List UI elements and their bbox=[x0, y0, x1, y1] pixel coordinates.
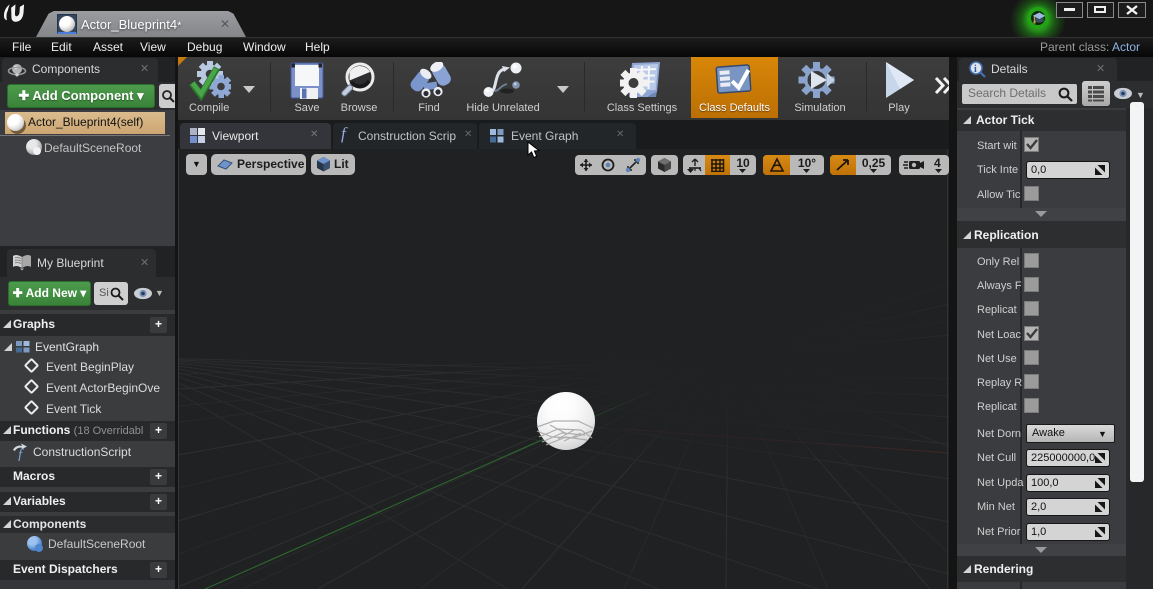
svg-text:i: i bbox=[974, 64, 977, 75]
svg-text:f: f bbox=[18, 447, 24, 461]
